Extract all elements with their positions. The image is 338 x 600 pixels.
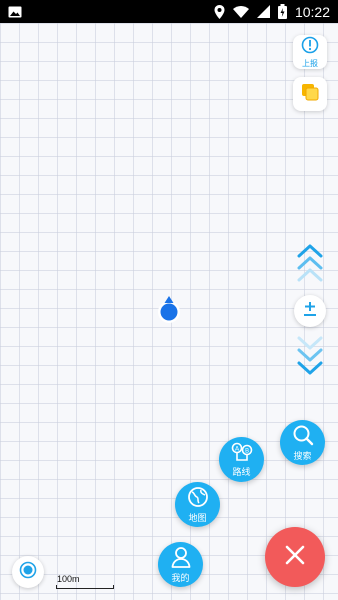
layers-icon — [300, 82, 320, 106]
search-button[interactable]: 搜索 — [280, 420, 325, 465]
search-label: 搜索 — [293, 451, 312, 462]
close-menu-button[interactable] — [265, 527, 325, 587]
route-label: 路线 — [232, 467, 251, 478]
zoom-button[interactable] — [294, 295, 326, 327]
map-scale: 100m — [56, 574, 114, 590]
zoom-icon — [302, 301, 318, 321]
image-icon — [8, 6, 22, 18]
alert-icon — [301, 36, 319, 58]
signal-icon — [256, 5, 270, 18]
profile-button[interactable]: 我的 — [158, 542, 203, 587]
zoom-in-chevrons[interactable] — [296, 243, 324, 283]
status-bar: 10:22 — [0, 0, 338, 23]
map-label: 地图 — [188, 513, 207, 524]
profile-label: 我的 — [171, 573, 190, 584]
map-button[interactable]: 地图 — [175, 482, 220, 527]
route-button[interactable]: A B 路线 — [219, 437, 264, 482]
layers-button[interactable] — [293, 77, 327, 111]
locate-icon — [19, 561, 37, 583]
svg-text:B: B — [244, 447, 248, 454]
search-icon — [292, 424, 314, 450]
zoom-out-chevrons[interactable] — [296, 335, 324, 377]
user-icon — [170, 546, 192, 572]
close-icon — [284, 544, 306, 570]
locate-button[interactable] — [12, 556, 44, 588]
scale-bar — [56, 585, 114, 589]
status-time: 10:22 — [294, 3, 330, 20]
location-icon — [214, 4, 225, 19]
battery-icon — [277, 4, 287, 19]
report-button[interactable]: 上报 — [293, 35, 327, 69]
wifi-icon — [232, 5, 249, 18]
globe-icon — [187, 486, 209, 512]
scale-label: 100m — [57, 574, 80, 584]
route-icon: A B — [231, 442, 253, 466]
current-location-marker — [156, 296, 182, 326]
report-label: 上报 — [302, 59, 318, 68]
